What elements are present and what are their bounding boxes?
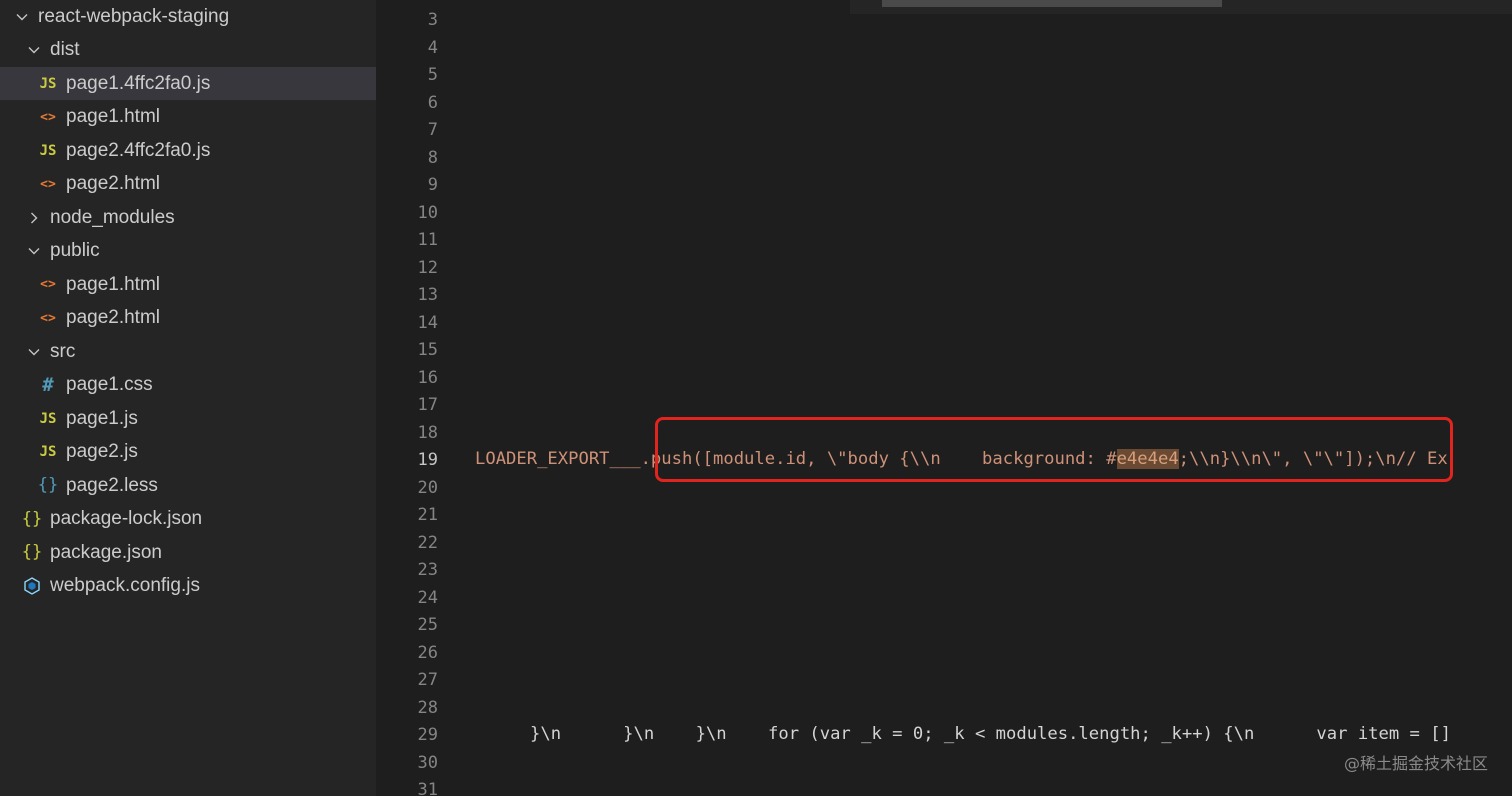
line-number: 9 <box>427 175 438 195</box>
explorer-item-folder[interactable]: public <box>0 235 376 268</box>
explorer-item-label: package-lock.json <box>50 508 203 529</box>
html-file-icon: <> <box>40 109 56 125</box>
annotation-box <box>655 417 1453 482</box>
vscode-window: react-webpack-staging dist JS page1.4ffc2f… <box>0 0 1512 796</box>
webpack-cube-icon <box>22 577 42 595</box>
line-number: 16 <box>417 367 438 388</box>
explorer-item-file[interactable]: <> page1.html <box>0 268 376 301</box>
line-number: 22 <box>417 532 438 553</box>
line-number: 10 <box>417 202 438 223</box>
explorer-root-label: react-webpack-staging <box>38 5 230 27</box>
explorer-item-label: page2.html <box>66 173 161 194</box>
line-number: 8 <box>427 147 438 168</box>
explorer-item-file[interactable]: {} package-lock.json <box>0 503 376 536</box>
explorer-item-folder[interactable]: node_modules <box>0 201 376 234</box>
explorer-item-label: package.json <box>50 541 162 563</box>
code-editor[interactable]: 3 4 5 6 7 8 9 10 11 12 13 14 15 16 17 18 19 20 21 22 23 24 25 2… <box>376 0 1512 796</box>
js-file-icon: JS <box>39 142 57 159</box>
line-number: 5 <box>427 65 438 85</box>
explorer-item-file[interactable]: <> page2.html <box>0 302 376 335</box>
explorer-item-label: webpack.config.js <box>50 575 200 596</box>
chevron-right-icon <box>26 210 42 226</box>
explorer-item-label: node_modules <box>50 206 175 228</box>
chevron-down-icon <box>26 42 42 58</box>
line-number: 12 <box>417 257 438 278</box>
css-file-icon: # <box>42 373 54 396</box>
js-file-icon: JS <box>39 444 57 460</box>
json-file-icon: {} <box>21 542 43 562</box>
html-file-icon: <> <box>40 310 56 326</box>
explorer-item-label: page1.html <box>66 106 161 127</box>
explorer-item-file[interactable]: {} package.json <box>0 536 376 569</box>
html-file-icon: <> <box>40 277 56 292</box>
explorer-item-file[interactable]: <> page1.html <box>0 101 376 134</box>
line-number: 25 <box>417 615 438 635</box>
explorer-item-label: src <box>50 340 76 362</box>
explorer-item-folder[interactable]: dist <box>0 34 376 67</box>
watermark: @稀土掘金技术社区 <box>1343 754 1488 773</box>
explorer-item-file[interactable]: webpack.config.js <box>0 570 376 603</box>
line-number: 14 <box>417 312 438 333</box>
line-number: 19 <box>417 450 438 470</box>
explorer-item-label: public <box>50 240 100 261</box>
explorer-item-file[interactable]: <> page2.html <box>0 168 376 201</box>
explorer-item-file[interactable]: {} page2.less <box>0 469 376 502</box>
explorer-sidebar: react-webpack-staging dist JS page1.4ffc2f… <box>0 0 376 796</box>
line-number: 30 <box>417 752 438 773</box>
line-number: 18 <box>417 422 438 443</box>
explorer-root-folder[interactable]: react-webpack-staging <box>0 0 376 33</box>
explorer-item-file[interactable]: JS page1.4ffc2fa0.js <box>0 67 376 100</box>
js-file-icon: JS <box>39 75 57 92</box>
explorer-item-file[interactable]: JS page1.js <box>0 402 376 435</box>
line-number: 23 <box>417 560 438 580</box>
line-number: 13 <box>417 285 438 305</box>
line-number: 24 <box>417 587 438 608</box>
html-file-icon: <> <box>40 176 56 192</box>
line-number: 4 <box>427 37 438 58</box>
chevron-down-icon <box>26 243 42 259</box>
minimap-slider[interactable] <box>882 0 1222 7</box>
explorer-item-label: page2.4ffc2fa0.js <box>66 139 211 161</box>
line-number: 31 <box>417 780 438 796</box>
line-number: 20 <box>417 477 438 498</box>
js-file-icon: JS <box>39 410 57 427</box>
line-number: 26 <box>417 642 438 663</box>
explorer-item-label: page1.js <box>66 407 138 429</box>
chevron-down-icon <box>14 9 30 25</box>
line-number: 11 <box>417 230 438 250</box>
explorer-item-label: dist <box>50 39 80 60</box>
explorer-item-file[interactable]: # page1.css <box>0 369 376 402</box>
line-number: 28 <box>417 697 438 718</box>
code-line-29[interactable]: }\n }\n }\n for (var _k = 0; _k < module… <box>530 721 1451 748</box>
explorer-item-label: page1.css <box>66 374 153 395</box>
line-number: 6 <box>427 92 438 113</box>
explorer-item-label: page2.html <box>66 307 161 328</box>
line-number: 21 <box>417 505 438 525</box>
code-token: LOADER_EXPORT___ <box>475 449 641 469</box>
json-file-icon: {} <box>21 508 43 529</box>
explorer-item-file[interactable]: JS page2.4ffc2fa0.js <box>0 134 376 167</box>
explorer-item-label: page2.less <box>66 474 158 496</box>
explorer-item-label: page1.4ffc2fa0.js <box>66 72 211 94</box>
explorer-item-label: page2.js <box>66 441 138 462</box>
line-number: 15 <box>417 340 438 360</box>
explorer-item-folder[interactable]: src <box>0 335 376 368</box>
chevron-down-icon <box>26 344 42 360</box>
line-number: 27 <box>417 670 438 690</box>
line-number: 29 <box>417 725 438 745</box>
line-number: 3 <box>427 10 438 30</box>
line-number: 7 <box>427 120 438 140</box>
explorer-item-label: page1.html <box>66 273 161 295</box>
explorer-item-file[interactable]: JS page2.js <box>0 436 376 469</box>
line-number: 17 <box>417 395 438 415</box>
less-file-icon: {} <box>37 475 59 495</box>
